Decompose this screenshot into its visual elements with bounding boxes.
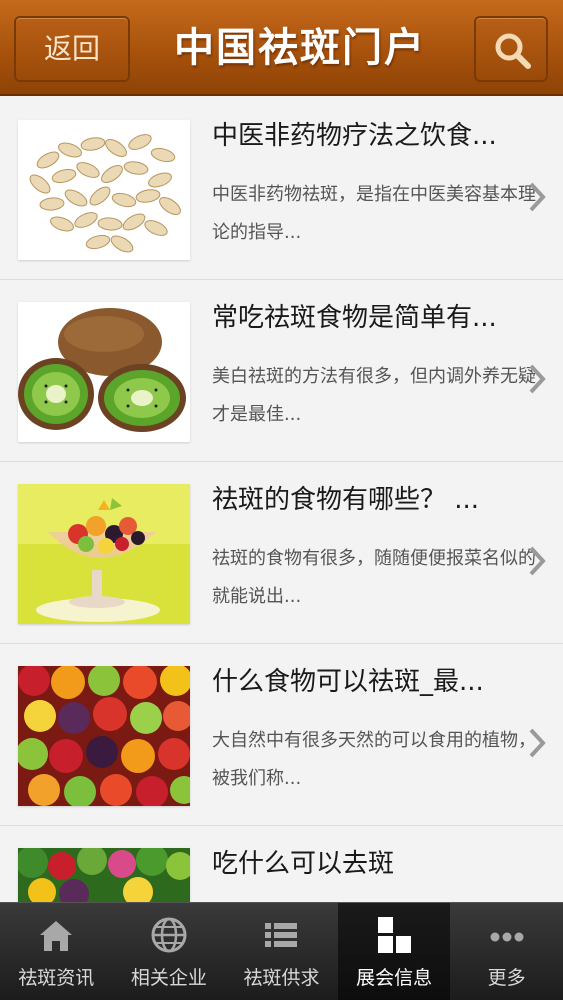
- chevron-right-icon: [529, 364, 546, 394]
- list-item[interactable]: 祛斑的食物有哪些？ ... 祛斑的食物有很多，随随便便报菜名似的就能说出...: [0, 462, 563, 644]
- article-thumbnail-fruit-cup: [18, 484, 190, 624]
- list-item[interactable]: 吃什么可以去斑: [0, 826, 563, 902]
- chevron-right-icon: [529, 546, 546, 576]
- article-thumbnail-almonds: [18, 120, 190, 260]
- search-icon: [495, 33, 531, 69]
- article-title: 祛斑的食物有哪些？ ...: [212, 485, 480, 515]
- article-description: 美白祛斑的方法有很多，但内调外养无疑才是最佳...: [212, 366, 536, 425]
- tab-exhibitions[interactable]: 展会信息: [337, 903, 451, 1000]
- tab-label: 祛斑资讯: [18, 967, 95, 989]
- blocks-icon: [378, 917, 412, 953]
- chevron-right-icon: [529, 182, 546, 212]
- tab-label: 展会信息: [356, 967, 433, 989]
- tab-more[interactable]: 更多: [450, 903, 563, 1000]
- bottom-tab-bar: 祛斑资讯 相关企业 祛斑供求 展会信息 更多: [0, 902, 563, 1000]
- article-thumbnail-kiwi: [18, 302, 190, 442]
- page-title: 中国祛斑门户: [174, 25, 426, 71]
- tab-companies[interactable]: 相关企业: [113, 903, 226, 1000]
- article-thumbnail-fruits-vegetables: [18, 848, 190, 902]
- article-title: 什么食物可以祛斑_最...: [212, 667, 484, 697]
- article-title: 中医非药物疗法之饮食...: [212, 121, 497, 151]
- article-thumbnail-assorted-fruits: [18, 666, 190, 806]
- tab-supply-demand[interactable]: 祛斑供求: [225, 903, 338, 1000]
- more-dots-icon: [490, 932, 524, 942]
- article-list: 中医非药物疗法之饮食... 中医非药物祛斑，是指在中医美容基本理论的指导...: [0, 98, 563, 902]
- tab-news[interactable]: 祛斑资讯: [0, 903, 113, 1000]
- article-description: 祛斑的食物有很多，随随便便报菜名似的就能说出...: [212, 548, 536, 607]
- app-header: 返回 中国祛斑门户: [0, 0, 563, 96]
- article-description: 中医非药物祛斑，是指在中医美容基本理论的指导...: [212, 184, 536, 243]
- article-title: 常吃祛斑食物是简单有...: [212, 303, 497, 333]
- tab-label: 相关企业: [130, 967, 207, 989]
- globe-icon: [151, 917, 187, 953]
- chevron-right-icon: [529, 728, 546, 758]
- search-button[interactable]: [474, 16, 548, 82]
- article-description: 大自然中有很多天然的可以食用的植物，被我们称...: [212, 730, 536, 789]
- tab-label: 祛斑供求: [243, 967, 320, 989]
- tab-label: 更多: [487, 967, 526, 989]
- list-item[interactable]: 什么食物可以祛斑_最... 大自然中有很多天然的可以食用的植物，被我们称...: [0, 644, 563, 826]
- article-title: 吃什么可以去斑: [212, 849, 395, 879]
- back-button[interactable]: 返回: [14, 16, 130, 82]
- list-item[interactable]: 中医非药物疗法之饮食... 中医非药物祛斑，是指在中医美容基本理论的指导...: [0, 98, 563, 280]
- home-icon: [40, 921, 73, 951]
- list-item[interactable]: 常吃祛斑食物是简单有... 美白祛斑的方法有很多，但内调外养无疑才是最佳...: [0, 280, 563, 462]
- list-icon: [265, 923, 298, 947]
